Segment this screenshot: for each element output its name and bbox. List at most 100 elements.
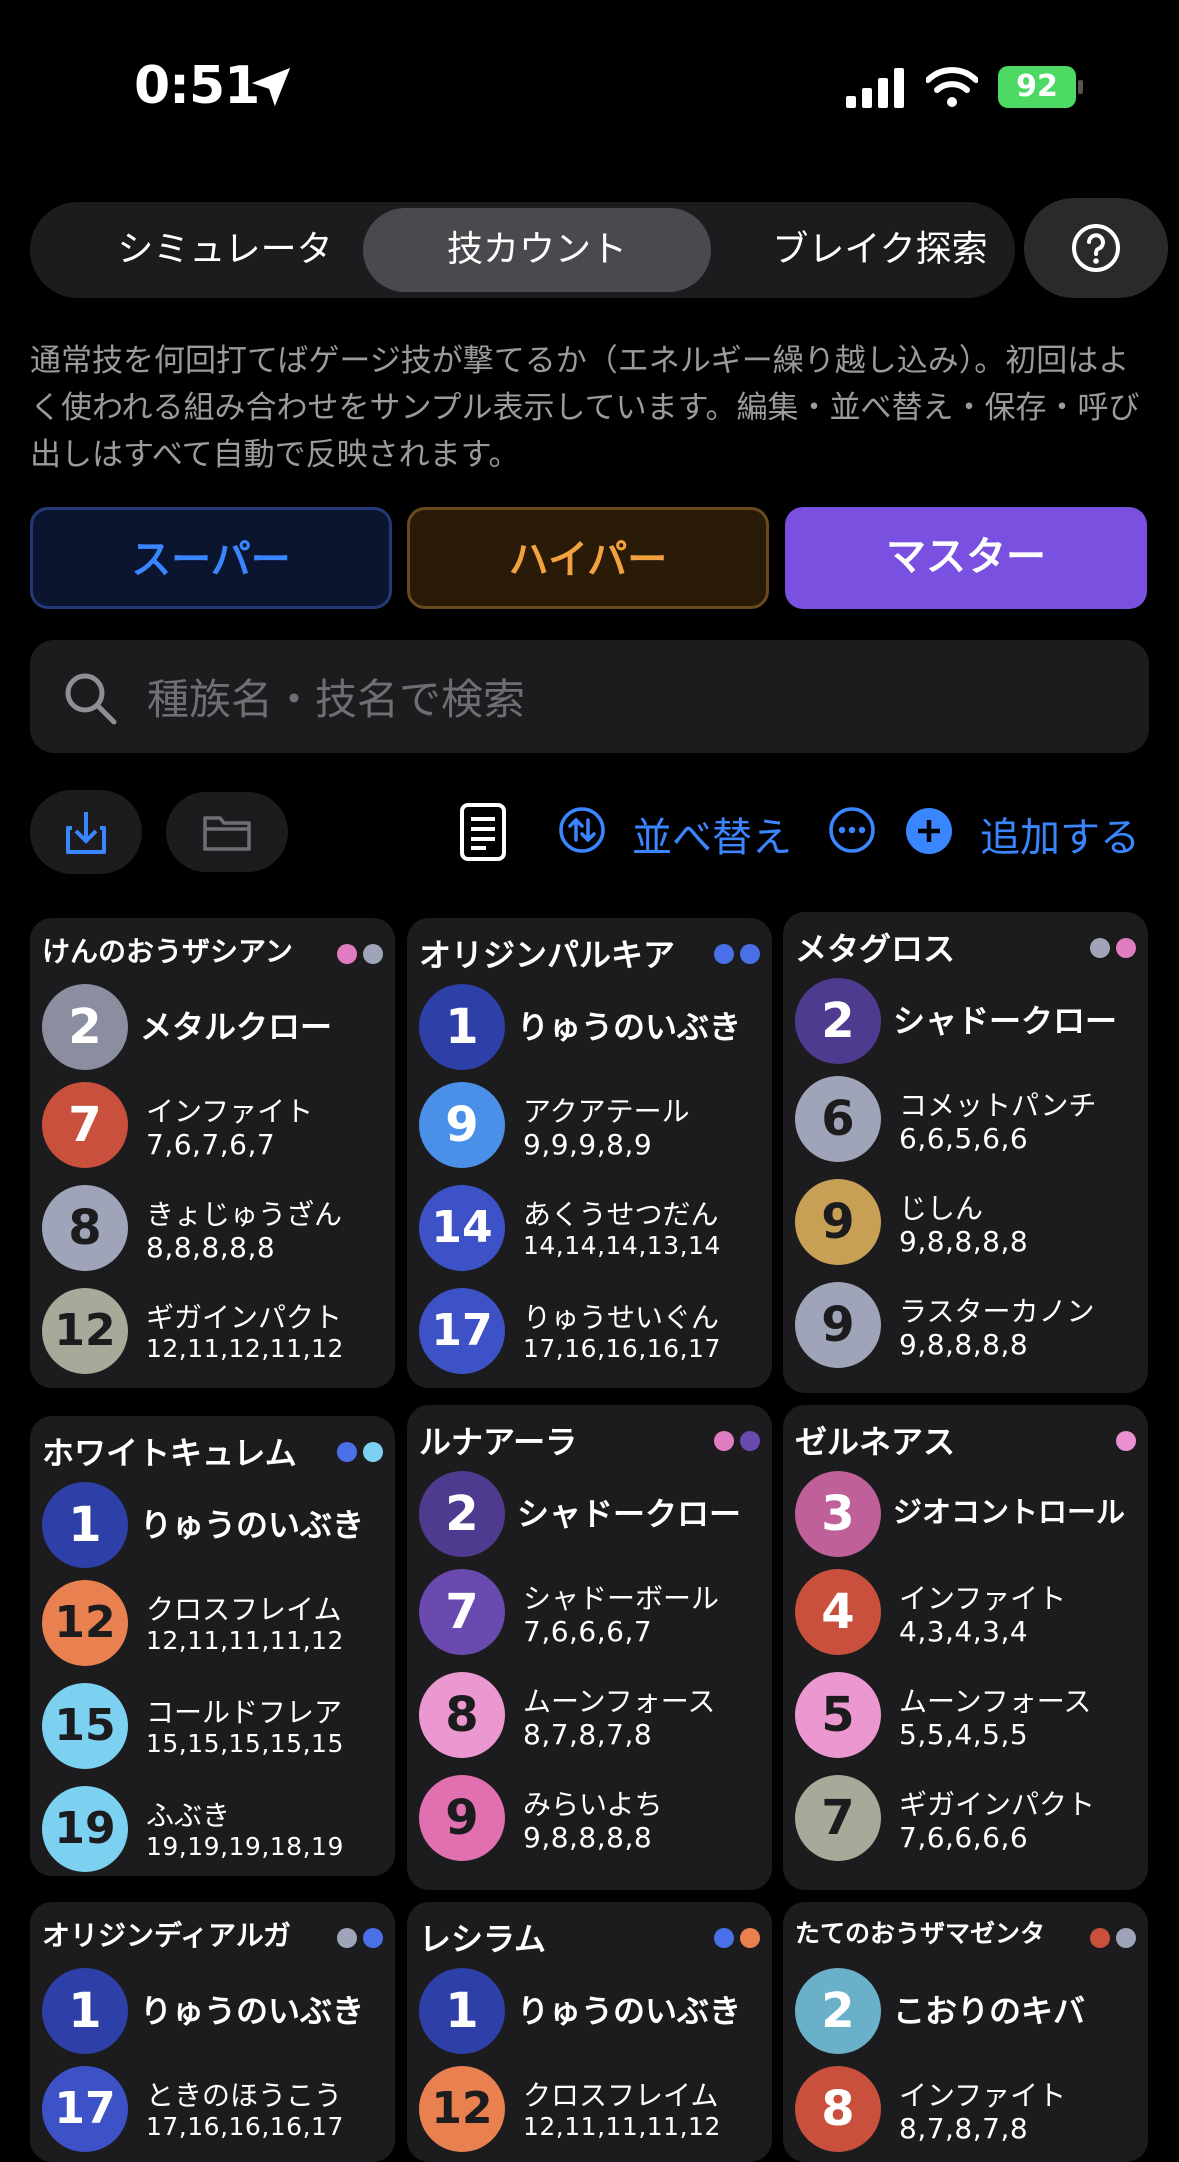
- pokemon-card[interactable]: ホワイトキュレム 1 りゅうのいぶき 12 クロスフレイム 12,11,11,11,12 1…: [30, 1416, 395, 1876]
- download-tray-icon: [66, 812, 106, 854]
- charged-move-count: 5: [795, 1672, 881, 1758]
- import-button[interactable]: [30, 790, 142, 874]
- plus-circle-icon[interactable]: [906, 808, 952, 854]
- status-time: 0:51: [134, 56, 260, 116]
- folder-button[interactable]: [166, 792, 288, 872]
- charged-move-count: 12: [42, 1288, 128, 1374]
- charged-move-sequence: 9,8,8,8,8: [899, 1328, 1029, 1361]
- charged-move-name: ラスターカノン: [899, 1295, 1095, 1328]
- type-dot: [740, 944, 760, 964]
- type-dot: [1116, 938, 1136, 958]
- charged-move-count: 17: [42, 2066, 128, 2152]
- pokemon-card[interactable]: レシラム 1 りゅうのいぶき 12 クロスフレイム 12,11,11,11,12: [407, 1902, 772, 2162]
- fast-move-count: 2: [419, 1471, 505, 1557]
- charged-move-name: インファイト: [899, 1582, 1067, 1615]
- charged-move-sequence: 6,6,5,6,6: [899, 1122, 1029, 1155]
- charged-move-sequence: 7,6,6,6,6: [899, 1821, 1029, 1854]
- pokemon-card[interactable]: オリジンディアルガ 1 りゅうのいぶき 17 ときのほうこう 17,16,16,16,17: [30, 1902, 395, 2162]
- type-dot: [740, 1431, 760, 1451]
- search-input[interactable]: [145, 660, 1099, 738]
- charged-move-name: インファイト: [899, 2079, 1067, 2112]
- fast-move-count: 1: [42, 1482, 128, 1568]
- pokemon-card[interactable]: オリジンパルキア 1 りゅうのいぶき 9 アクアテール 9,9,9,8,9 14 あくうせつだ…: [407, 918, 772, 1388]
- sort-button[interactable]: 並べ替え: [632, 805, 792, 863]
- tier-super-button[interactable]: スーパー: [30, 507, 392, 609]
- tab-break-search[interactable]: ブレイク探索: [730, 208, 1030, 292]
- type-dots: [714, 1928, 760, 1948]
- type-dot: [1090, 1928, 1110, 1948]
- charged-move-count: 19: [42, 1786, 128, 1872]
- pokemon-name: たてのおうザマゼンタ: [795, 1919, 1046, 1948]
- charged-move-sequence: 4,3,4,3,4: [899, 1615, 1029, 1648]
- charged-move-row: 8 インファイト 8,7,8,7,8: [795, 2066, 1140, 2160]
- charged-move-sequence: 12,11,11,11,12: [146, 1626, 344, 1655]
- type-dot: [1090, 938, 1110, 958]
- charged-move-name: ムーンフォース: [899, 1685, 1092, 1718]
- description-text: 通常技を何回打てばゲージ技が撃てるか（エネルギー繰り越し込み）。初回はよく使われ…: [30, 343, 1140, 473]
- charged-move-row: 4 インファイト 4,3,4,3,4: [795, 1569, 1140, 1663]
- charged-move-name: シャドーボール: [523, 1582, 720, 1615]
- charged-move-row: 19 ふぶき 19,19,19,18,19: [42, 1786, 387, 1876]
- charged-move-count: 4: [795, 1569, 881, 1655]
- charged-move-sequence: 15,15,15,15,15: [146, 1729, 344, 1758]
- fast-move-row: 2 メタルクロー: [42, 984, 387, 1078]
- charged-move-name: じしん: [899, 1192, 984, 1225]
- charged-move-name: インファイト: [146, 1095, 314, 1128]
- more-options-icon[interactable]: [828, 806, 876, 854]
- sort-arrows-icon[interactable]: [558, 806, 606, 854]
- charged-move-count: 8: [419, 1672, 505, 1758]
- pokemon-card[interactable]: ゼルネアス 3 ジオコントロール 4 インファイト 4,3,4,3,4 5 ムーンフォース 5,…: [783, 1405, 1148, 1890]
- help-button[interactable]: [1024, 198, 1168, 298]
- tier-hyper-button[interactable]: ハイパー: [407, 507, 769, 609]
- fast-move-count: 1: [419, 984, 505, 1070]
- folder-icon: [203, 816, 251, 851]
- add-button[interactable]: 追加する: [980, 805, 1140, 863]
- tab-simulator[interactable]: シミュレータ: [60, 208, 390, 292]
- fast-move-row: 2 シャドークロー: [419, 1471, 764, 1565]
- question-icon: [1072, 224, 1120, 272]
- charged-move-name: りゅうせいぐん: [523, 1301, 720, 1334]
- fast-move-row: 2 こおりのキバ: [795, 1968, 1140, 2062]
- type-dot: [363, 1442, 383, 1462]
- fast-move-count: 2: [42, 984, 128, 1070]
- charged-move-sequence: 17,16,16,16,17: [146, 2112, 344, 2141]
- pokemon-card[interactable]: ルナアーラ 2 シャドークロー 7 シャドーボール 7,6,6,6,7 8 ムーンフォース 8,…: [407, 1405, 772, 1890]
- charged-move-sequence: 8,8,8,8,8: [146, 1231, 276, 1264]
- charged-move-row: 12 クロスフレイム 12,11,11,11,12: [42, 1580, 387, 1674]
- charged-move-sequence: 14,14,14,13,14: [523, 1231, 721, 1260]
- charged-move-row: 9 ラスターカノン 9,8,8,8,8: [795, 1282, 1140, 1376]
- tier-master-button[interactable]: マスター: [785, 507, 1147, 609]
- pokemon-name: けんのおうザシアン: [42, 935, 293, 968]
- charged-move-sequence: 8,7,8,7,8: [523, 1718, 653, 1751]
- charged-move-count: 12: [419, 2066, 505, 2152]
- charged-move-row: 8 きょじゅうざん 8,8,8,8,8: [42, 1185, 387, 1279]
- pokemon-name: ホワイトキュレム: [42, 1434, 297, 1472]
- charged-move-name: ふぶき: [146, 1799, 231, 1832]
- pokemon-name: ゼルネアス: [795, 1423, 956, 1461]
- charged-move-count: 7: [419, 1569, 505, 1655]
- location-arrow-icon: [251, 67, 291, 107]
- type-dots: [337, 944, 383, 964]
- fast-move-name: りゅうのいぶき: [517, 1992, 742, 2030]
- charged-move-row: 6 コメットパンチ 6,6,5,6,6: [795, 1076, 1140, 1170]
- type-dots: [337, 1928, 383, 1948]
- charged-move-name: きょじゅうざん: [146, 1198, 343, 1231]
- charged-move-name: クロスフレイム: [523, 2079, 719, 2112]
- document-icon[interactable]: [456, 802, 510, 862]
- wifi-icon: [926, 67, 978, 107]
- pokemon-card[interactable]: メタグロス 2 シャドークロー 6 コメットパンチ 6,6,5,6,6 9 じしん 9,8,8,…: [783, 912, 1148, 1393]
- charged-move-count: 8: [42, 1185, 128, 1271]
- fast-move-row: 1 りゅうのいぶき: [42, 1482, 387, 1576]
- charged-move-row: 14 あくうせつだん 14,14,14,13,14: [419, 1185, 764, 1279]
- charged-move-row: 9 じしん 9,8,8,8,8: [795, 1179, 1140, 1273]
- pokemon-card[interactable]: たてのおうザマゼンタ 2 こおりのキバ 8 インファイト 8,7,8,7,8: [783, 1902, 1148, 2162]
- pokemon-card[interactable]: けんのおうザシアン 2 メタルクロー 7 インファイト 7,6,7,6,7 8 きょじゅうざん…: [30, 918, 395, 1388]
- tab-move-count[interactable]: 技カウント: [363, 208, 711, 292]
- cellular-signal-icon: [846, 68, 904, 108]
- charged-move-count: 9: [419, 1775, 505, 1861]
- charged-move-count: 9: [795, 1282, 881, 1368]
- charged-move-count: 12: [42, 1580, 128, 1666]
- fast-move-row: 1 りゅうのいぶき: [419, 984, 764, 1078]
- charged-move-row: 12 クロスフレイム 12,11,11,11,12: [419, 2066, 764, 2160]
- mode-segmented-control: シミュレータ 技カウント ブレイク探索: [30, 202, 1015, 298]
